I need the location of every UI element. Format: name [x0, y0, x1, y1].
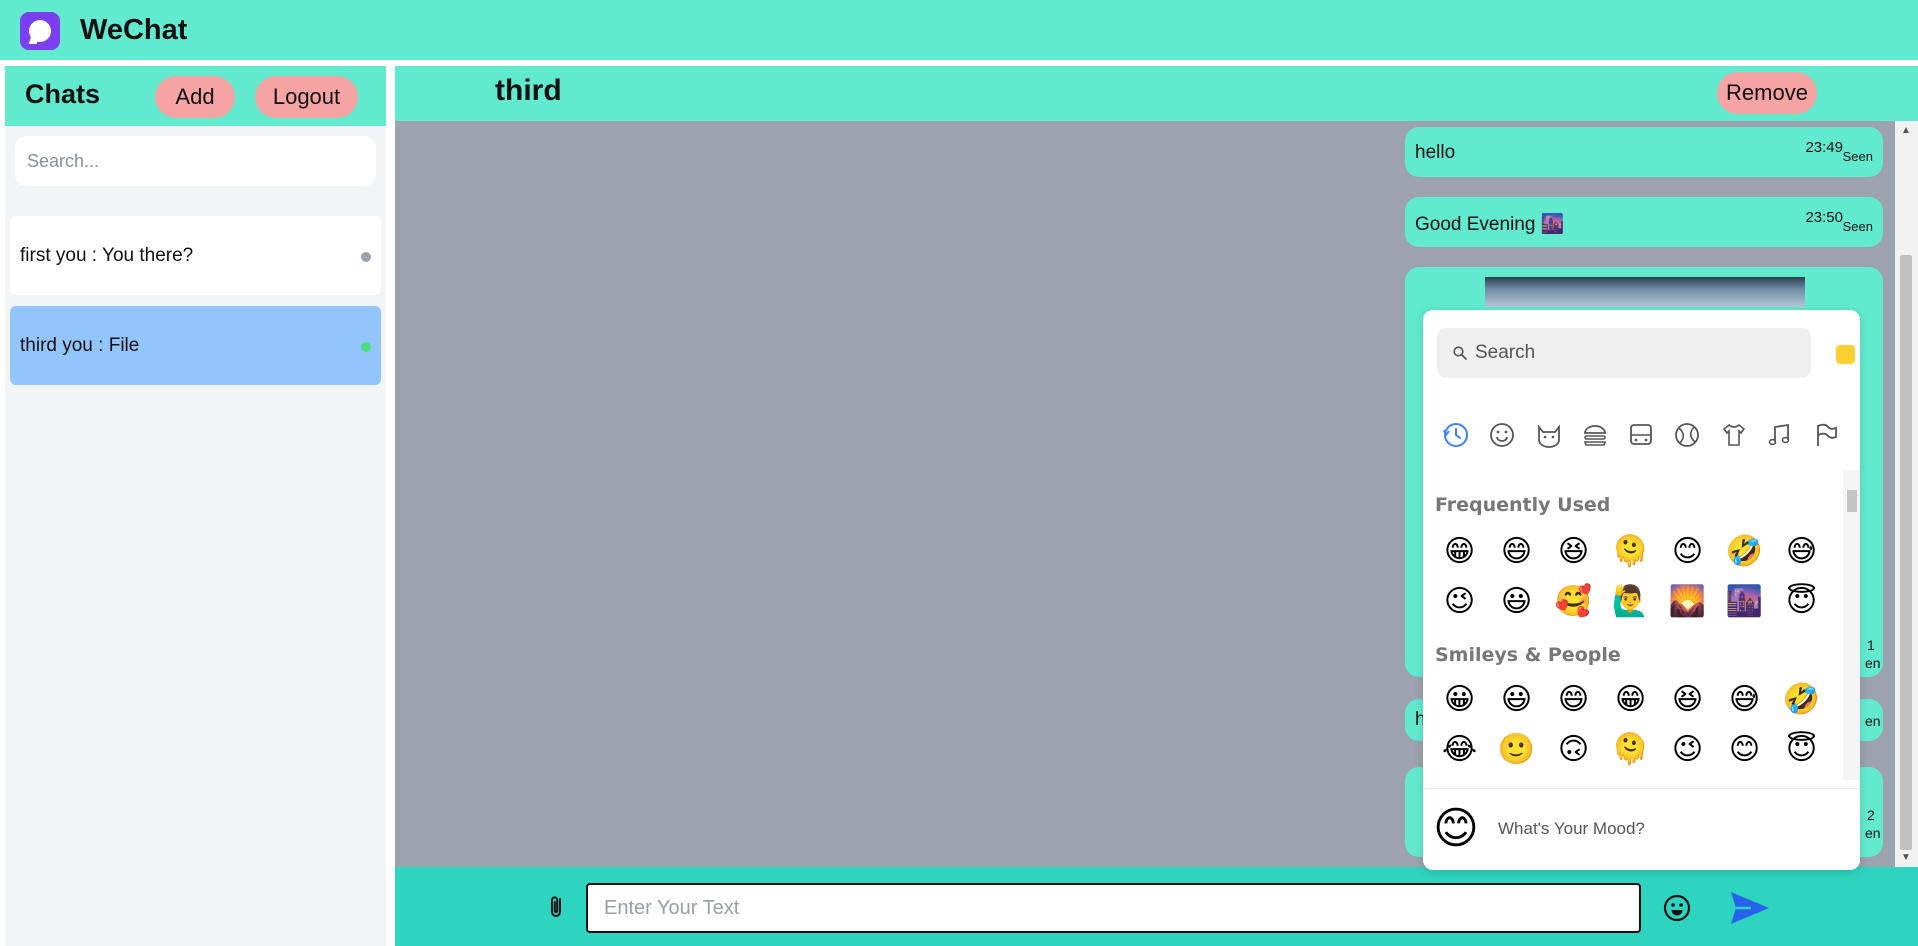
message-composer [395, 867, 1918, 946]
emoji-option[interactable]: 😊 [1722, 730, 1767, 770]
message-status: Seen [1842, 219, 1873, 234]
send-icon[interactable] [1729, 889, 1771, 927]
scroll-down-icon[interactable]: ▼ [1901, 852, 1911, 863]
emoji-section-title: Frequently Used [1435, 494, 1611, 516]
logout-button[interactable]: Logout [255, 76, 358, 118]
conversation-header: third Remove [395, 66, 1918, 121]
message-status: en [1865, 655, 1881, 671]
emoji-option[interactable]: 😉 [1437, 582, 1482, 622]
message-input[interactable] [586, 883, 1641, 933]
preview-text: What's Your Mood? [1498, 819, 1645, 838]
message-time: 1 [1867, 637, 1875, 653]
emoji-search-input[interactable] [1437, 328, 1811, 378]
smiley-icon[interactable] [1662, 893, 1692, 923]
ball-icon[interactable] [1672, 420, 1702, 450]
chat-list-item-first[interactable]: first you : You there? [10, 216, 381, 295]
emoji-option[interactable]: 😁 [1608, 680, 1653, 720]
message-text: hello [1415, 142, 1456, 163]
message-text: Good Evening 🌆 [1415, 214, 1565, 235]
smiley-category-icon[interactable] [1487, 420, 1517, 450]
message-status: en [1865, 825, 1881, 841]
sidebar-title: Chats [25, 79, 101, 109]
emoji-grid-frequent: 😁 😄 😆 🫠 😊 🤣 😅 😉 😃 🥰 🙋‍♂️ 🌄 🌆 😇 [1437, 532, 1817, 622]
message-time: 2 [1867, 807, 1875, 823]
emoji-option[interactable]: 😅 [1779, 532, 1824, 572]
music-icon[interactable] [1765, 420, 1795, 450]
chat-sidebar: Chats Add Logout first you : You there? … [5, 66, 386, 946]
message-time: 23:50 [1805, 209, 1843, 226]
emoji-option[interactable]: 😃 [1494, 582, 1539, 622]
emoji-option[interactable]: 😃 [1494, 680, 1539, 720]
skin-tone-selector[interactable] [1836, 345, 1855, 364]
emoji-category-bar [1441, 420, 1841, 456]
emoji-picker: Frequently Used 😁 😄 😆 🫠 😊 🤣 😅 😉 😃 🥰 🙋‍♂️ 🌄 🌆 😇 Smiley… [1423, 310, 1860, 870]
emoji-preview: 😊 What's Your Mood? [1423, 788, 1860, 870]
emoji-option[interactable]: 🌄 [1665, 582, 1710, 622]
emoji-option[interactable]: 🙋‍♂️ [1608, 582, 1653, 622]
search-icon [1453, 346, 1467, 360]
emoji-option[interactable]: 😊 [1665, 532, 1710, 572]
emoji-option[interactable]: 😉 [1665, 730, 1710, 770]
emoji-option[interactable]: 🫠 [1608, 730, 1653, 770]
message-bubble: Good Evening 🌆 23:50 Seen [1405, 197, 1883, 247]
clock-icon[interactable] [1441, 420, 1471, 450]
contact-name: third [495, 74, 562, 107]
preview-emoji: 😊 [1433, 803, 1479, 854]
bus-icon[interactable] [1626, 420, 1656, 450]
emoji-option[interactable]: 😁 [1437, 532, 1482, 572]
message-time: 23:49 [1805, 139, 1843, 156]
emoji-option[interactable]: 🤣 [1722, 532, 1767, 572]
remove-button[interactable]: Remove [1717, 72, 1817, 114]
app-logo-icon [20, 12, 60, 50]
emoji-option[interactable]: 😆 [1665, 680, 1710, 720]
scroll-up-icon[interactable]: ▲ [1901, 125, 1911, 136]
chat-list-item-label: first you : You there? [20, 244, 194, 266]
shirt-icon[interactable] [1719, 420, 1749, 450]
emoji-option[interactable]: 😄 [1551, 680, 1596, 720]
emoji-option[interactable]: 🙃 [1551, 730, 1596, 770]
emoji-section-title: Smileys & People [1435, 644, 1621, 666]
app-header: WeChat [0, 0, 1918, 60]
emoji-option[interactable]: 🫠 [1608, 532, 1653, 572]
emoji-option[interactable]: 😅 [1722, 680, 1767, 720]
emoji-option[interactable]: 🙂 [1494, 730, 1539, 770]
emoji-option[interactable]: 🌆 [1722, 582, 1767, 622]
message-status: Seen [1842, 149, 1873, 164]
sidebar-header: Chats Add Logout [5, 66, 386, 126]
emoji-scroll-thumb[interactable] [1847, 490, 1857, 512]
emoji-option[interactable]: 😇 [1779, 582, 1824, 622]
scroll-thumb[interactable] [1900, 255, 1912, 850]
message-bubble: hello 23:49 Seen [1405, 127, 1883, 177]
emoji-option[interactable]: 😇 [1779, 730, 1824, 770]
chat-list-item-label: third you : File [20, 334, 140, 356]
emoji-grid-smileys: 😀 😃 😄 😁 😆 😅 🤣 😂 🙂 🙃 🫠 😉 😊 😇 [1437, 680, 1820, 770]
emoji-option[interactable]: 😆 [1551, 532, 1596, 572]
message-image[interactable] [1485, 277, 1805, 307]
cat-icon[interactable] [1534, 420, 1564, 450]
status-dot [361, 252, 371, 262]
chat-search-input[interactable] [15, 136, 376, 186]
flag-icon[interactable] [1811, 420, 1841, 450]
emoji-list[interactable]: Frequently Used 😁 😄 😆 🫠 😊 🤣 😅 😉 😃 🥰 🙋‍♂️ 🌄 🌆 😇 Smiley… [1423, 470, 1860, 780]
status-dot [361, 342, 371, 352]
emoji-option[interactable]: 🥰 [1551, 582, 1596, 622]
burger-icon[interactable] [1580, 420, 1610, 450]
chat-list-item-third[interactable]: third you : File [10, 306, 381, 385]
add-button[interactable]: Add [155, 76, 235, 118]
emoji-option[interactable]: 😂 [1437, 730, 1482, 770]
message-scrollbar[interactable]: ▲ ▼ [1895, 121, 1918, 867]
emoji-scrollbar[interactable] [1843, 470, 1860, 780]
emoji-option[interactable]: 😄 [1494, 532, 1539, 572]
emoji-option[interactable]: 😀 [1437, 680, 1482, 720]
paperclip-icon[interactable] [545, 893, 569, 921]
app-title: WeChat [80, 14, 188, 46]
emoji-option[interactable]: 🤣 [1779, 680, 1824, 720]
message-status: en [1865, 713, 1881, 729]
